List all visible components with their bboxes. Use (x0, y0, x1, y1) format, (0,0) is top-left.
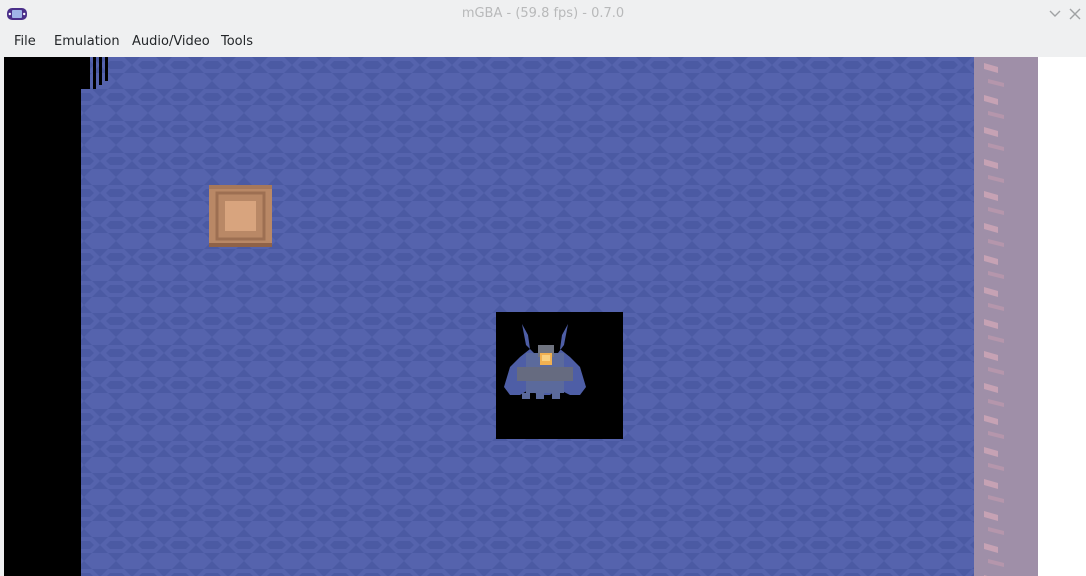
title-bar[interactable]: mGBA - (59.8 fps) - 0.7.0 (0, 0, 1086, 28)
bat-monster-sprite (496, 312, 623, 439)
emulator-window: mGBA - (59.8 fps) - 0.7.0 File Emulation… (0, 0, 1086, 576)
menu-bar: File Emulation Audio/Video Tools (0, 28, 1086, 56)
chevron-down-icon[interactable] (1046, 5, 1064, 23)
menu-file[interactable]: File (7, 28, 43, 56)
pushable-block-icon (209, 185, 272, 247)
menu-tools[interactable]: Tools (214, 28, 260, 56)
window-edge (1038, 57, 1086, 576)
game-scene (4, 57, 1038, 576)
bank-strip (974, 57, 1038, 576)
menu-audio-video[interactable]: Audio/Video (125, 28, 217, 56)
game-screen[interactable] (4, 57, 1038, 576)
menu-emulation[interactable]: Emulation (47, 28, 127, 56)
window-title: mGBA - (59.8 fps) - 0.7.0 (461, 6, 625, 21)
close-icon[interactable] (1066, 5, 1084, 23)
